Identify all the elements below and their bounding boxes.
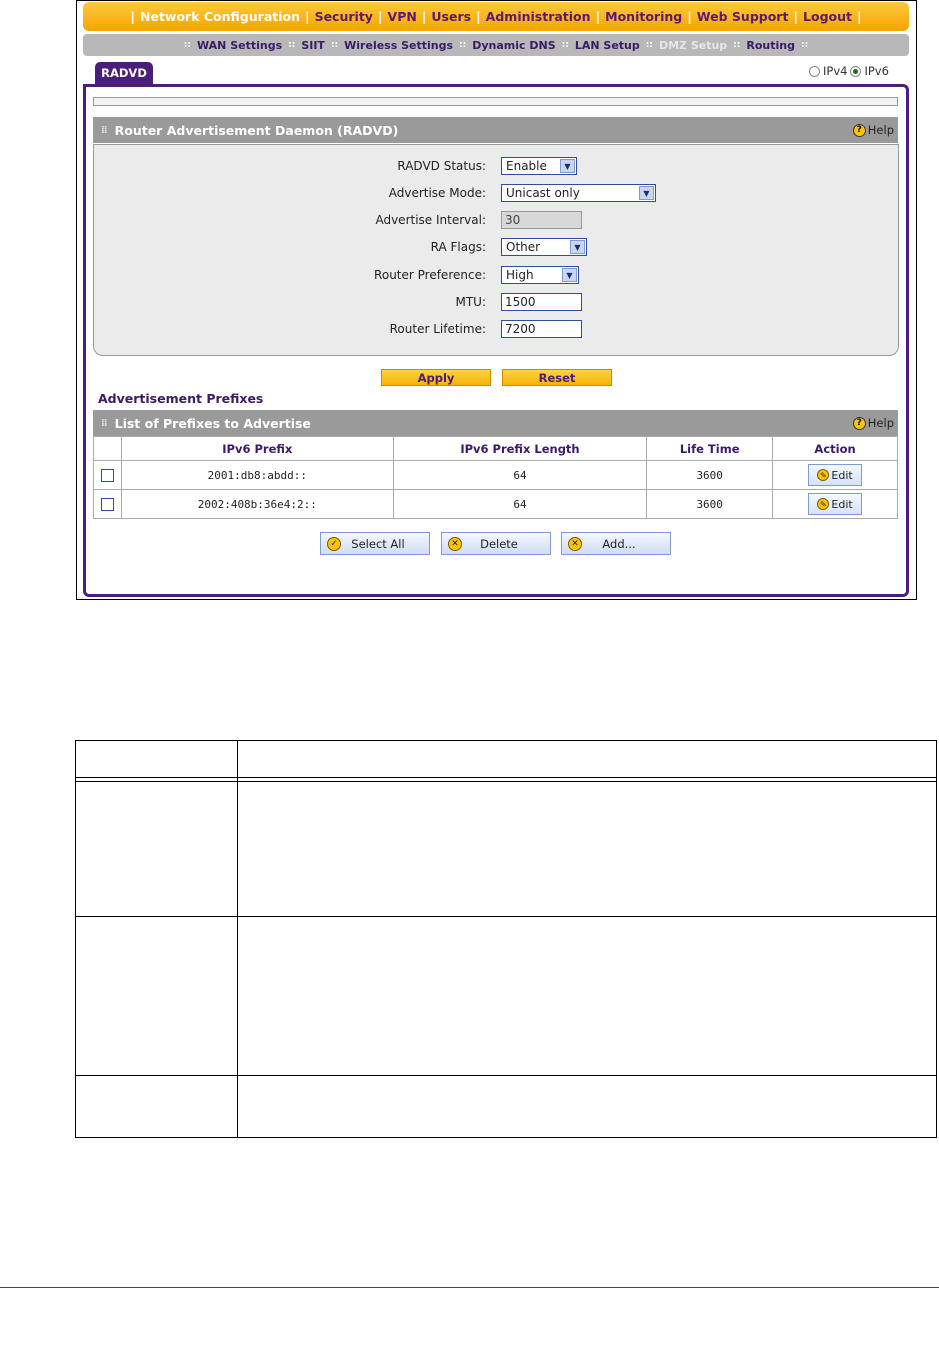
life-time-cell: 3600 (646, 460, 774, 490)
pencil-icon: ✎ (817, 469, 830, 481)
nav-users[interactable]: Users (431, 9, 471, 24)
prefix-length-cell: 64 (392, 489, 648, 519)
add-button[interactable]: ✕ Add... (561, 532, 671, 555)
subnav-siit[interactable]: SIIT (301, 39, 325, 52)
advertise-mode-label: Advertise Mode: (388, 186, 486, 200)
subnav-lan-setup[interactable]: LAN Setup (575, 39, 640, 52)
column-header-select (93, 436, 122, 461)
subnav-dmz-setup[interactable]: DMZ Setup (659, 39, 727, 52)
radvd-form: RADVD Status: Enable ▼ Advertise Mode: Un… (93, 144, 899, 356)
help-icon: ? (852, 123, 866, 137)
router-preference-label: Router Preference: (374, 268, 486, 282)
help-label: Help (867, 123, 894, 137)
prefix-list-title: List of Prefixes to Advertise (114, 415, 311, 431)
mtu-label: MTU: (455, 295, 486, 309)
table-header-row: IPv6 Prefix IPv6 Prefix Length Life Time… (93, 436, 898, 461)
ra-flags-label: RA Flags: (430, 240, 486, 254)
apply-button[interactable]: Apply (381, 369, 491, 386)
help-label: Help (867, 416, 894, 430)
nav-web-support[interactable]: Web Support (697, 9, 789, 24)
ip-version-selector: IPv4 IPv6 (809, 64, 889, 78)
column-header-action: Action (772, 436, 898, 461)
row-advertise-interval: Advertise Interval: 30 (94, 211, 900, 231)
cross-icon: ✕ (568, 536, 582, 551)
prefix-length-cell: 64 (392, 460, 648, 490)
advertise-interval-input[interactable]: 30 (501, 211, 582, 229)
table-divider (75, 916, 937, 917)
table-divider (75, 1075, 937, 1076)
ipv4-radio[interactable] (809, 65, 820, 77)
ipv6-radio[interactable] (850, 65, 862, 77)
table-divider (75, 777, 937, 778)
pencil-icon: ✎ (817, 498, 830, 510)
radvd-section-title: Router Advertisement Daemon (RADVD) (114, 122, 399, 138)
column-header-prefix: IPv6 Prefix (120, 436, 394, 461)
column-header-prefix-length: IPv6 Prefix Length (392, 436, 648, 461)
top-navigation: | Network Configuration | Security | VPN… (83, 2, 909, 31)
help-icon: ? (852, 416, 866, 430)
sub-navigation: :: WAN Settings :: SIIT :: Wireless Sett… (83, 34, 909, 56)
subnav-routing[interactable]: Routing (746, 39, 795, 52)
radvd-status-label: RADVD Status: (397, 159, 486, 173)
table-row: 2002:408b:36e4:2:: 64 3600 ✎ Edit (93, 489, 898, 519)
footer-rule (0, 1287, 939, 1288)
radvd-status-select[interactable]: Enable ▼ (501, 157, 577, 175)
mtu-input[interactable]: 1500 (501, 293, 582, 311)
row-router-lifetime: Router Lifetime: 7200 (94, 320, 900, 340)
delete-button[interactable]: ✕ Delete (441, 532, 551, 555)
prefix-list-header: ⁞⁞ List of Prefixes to Advertise ? Help (93, 410, 898, 436)
prefix-cell: 2001:db8:abdd:: (120, 460, 394, 490)
radvd-section-header: ⁞⁞ Router Advertisement Daemon (RADVD) ?… (93, 117, 898, 143)
chevron-down-icon: ▼ (562, 268, 577, 282)
router-lifetime-label: Router Lifetime: (389, 322, 486, 336)
subnav-wan-settings[interactable]: WAN Settings (197, 39, 282, 52)
prefix-cell: 2002:408b:36e4:2:: (120, 489, 394, 519)
ipv4-label: IPv4 (823, 64, 848, 78)
edit-button[interactable]: ✎ Edit (808, 464, 863, 486)
radvd-help-link[interactable]: ? Help (852, 123, 894, 137)
table-divider (75, 781, 937, 782)
row-checkbox[interactable] (100, 497, 114, 511)
row-radvd-status: RADVD Status: Enable ▼ (94, 157, 900, 177)
cross-icon: ✕ (448, 536, 462, 551)
ipv6-label: IPv6 (864, 64, 889, 78)
prefix-help-link[interactable]: ? Help (852, 416, 894, 430)
progress-bar (93, 97, 898, 106)
row-mtu: MTU: 1500 (94, 293, 900, 313)
life-time-cell: 3600 (646, 489, 774, 519)
row-advertise-mode: Advertise Mode: Unicast only ▼ (94, 184, 900, 204)
table-divider (237, 740, 238, 1138)
select-all-button[interactable]: ✓ Select All (320, 532, 430, 555)
chevron-down-icon: ▼ (570, 240, 585, 254)
subnav-wireless-settings[interactable]: Wireless Settings (344, 39, 453, 52)
nav-network-configuration[interactable]: Network Configuration (140, 9, 300, 24)
document-table (75, 740, 937, 1138)
chevron-down-icon: ▼ (639, 186, 654, 200)
nav-monitoring[interactable]: Monitoring (605, 9, 682, 24)
advertise-interval-label: Advertise Interval: (375, 213, 486, 227)
reset-button[interactable]: Reset (502, 369, 612, 386)
tab-radvd[interactable]: RADVD (95, 62, 153, 84)
row-ra-flags: RA Flags: Other ▼ (94, 238, 900, 258)
router-lifetime-input[interactable]: 7200 (501, 320, 582, 338)
subnav-dynamic-dns[interactable]: Dynamic DNS (472, 39, 555, 52)
router-preference-select[interactable]: High ▼ (501, 266, 579, 284)
edit-button[interactable]: ✎ Edit (808, 493, 863, 515)
nav-logout[interactable]: Logout (803, 9, 852, 24)
prefix-table: IPv6 Prefix IPv6 Prefix Length Life Time… (93, 436, 898, 519)
chevron-down-icon: ▼ (560, 159, 575, 173)
nav-administration[interactable]: Administration (486, 9, 591, 24)
nav-security[interactable]: Security (315, 9, 373, 24)
row-router-preference: Router Preference: High ▼ (94, 266, 900, 286)
column-header-life-time: Life Time (646, 436, 774, 461)
advertisement-prefixes-title: Advertisement Prefixes (98, 391, 264, 406)
row-checkbox[interactable] (100, 468, 114, 482)
ra-flags-select[interactable]: Other ▼ (501, 238, 587, 256)
grip-icon: ⁞⁞ (101, 417, 108, 429)
grip-icon: ⁞⁞ (101, 124, 108, 136)
nav-vpn[interactable]: VPN (388, 9, 417, 24)
advertise-mode-select[interactable]: Unicast only ▼ (501, 184, 656, 202)
table-row: 2001:db8:abdd:: 64 3600 ✎ Edit (93, 460, 898, 490)
check-icon: ✓ (327, 536, 341, 551)
